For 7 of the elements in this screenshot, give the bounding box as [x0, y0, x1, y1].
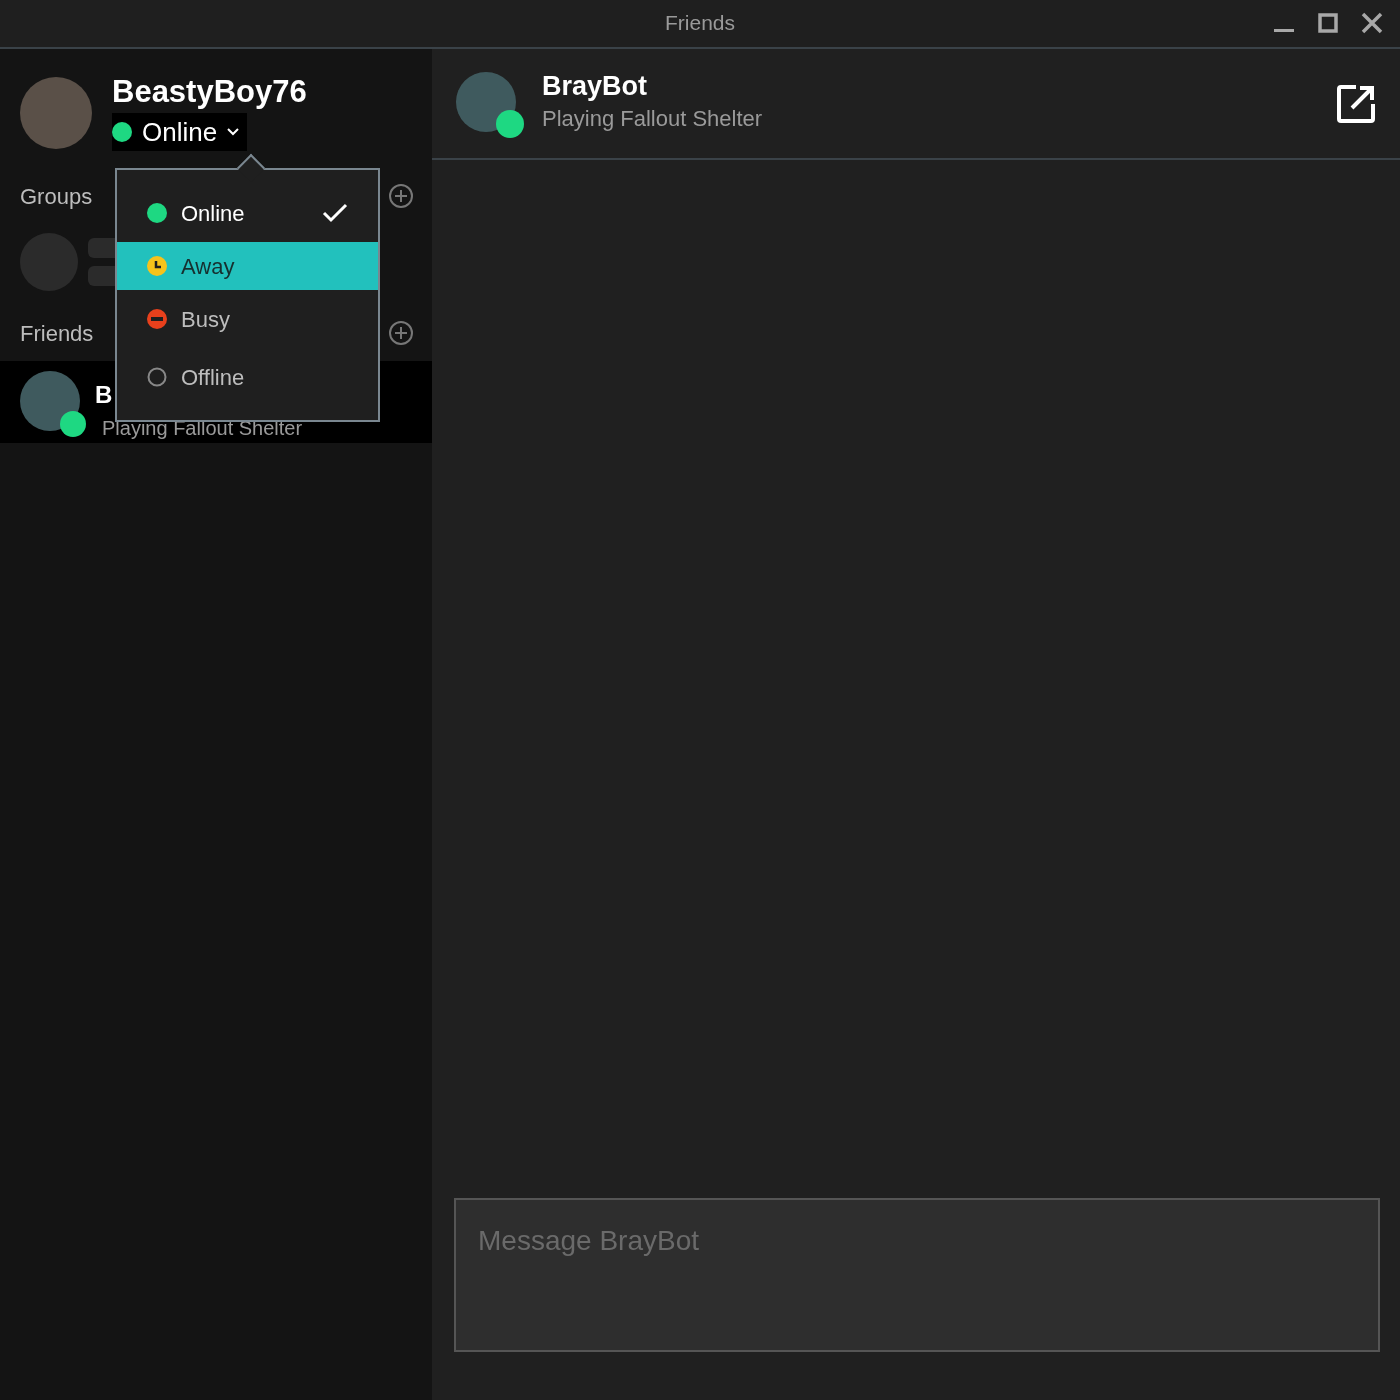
friend-name: B — [95, 380, 113, 411]
username: BeastyBoy76 — [112, 75, 307, 110]
friend-name: BrayBot — [542, 72, 649, 102]
section-title: Groups — [20, 182, 93, 211]
window-title: Friends — [665, 11, 735, 34]
friend-status: Playing Fallout Shelter — [542, 104, 763, 133]
section-title: Friends — [20, 319, 94, 348]
